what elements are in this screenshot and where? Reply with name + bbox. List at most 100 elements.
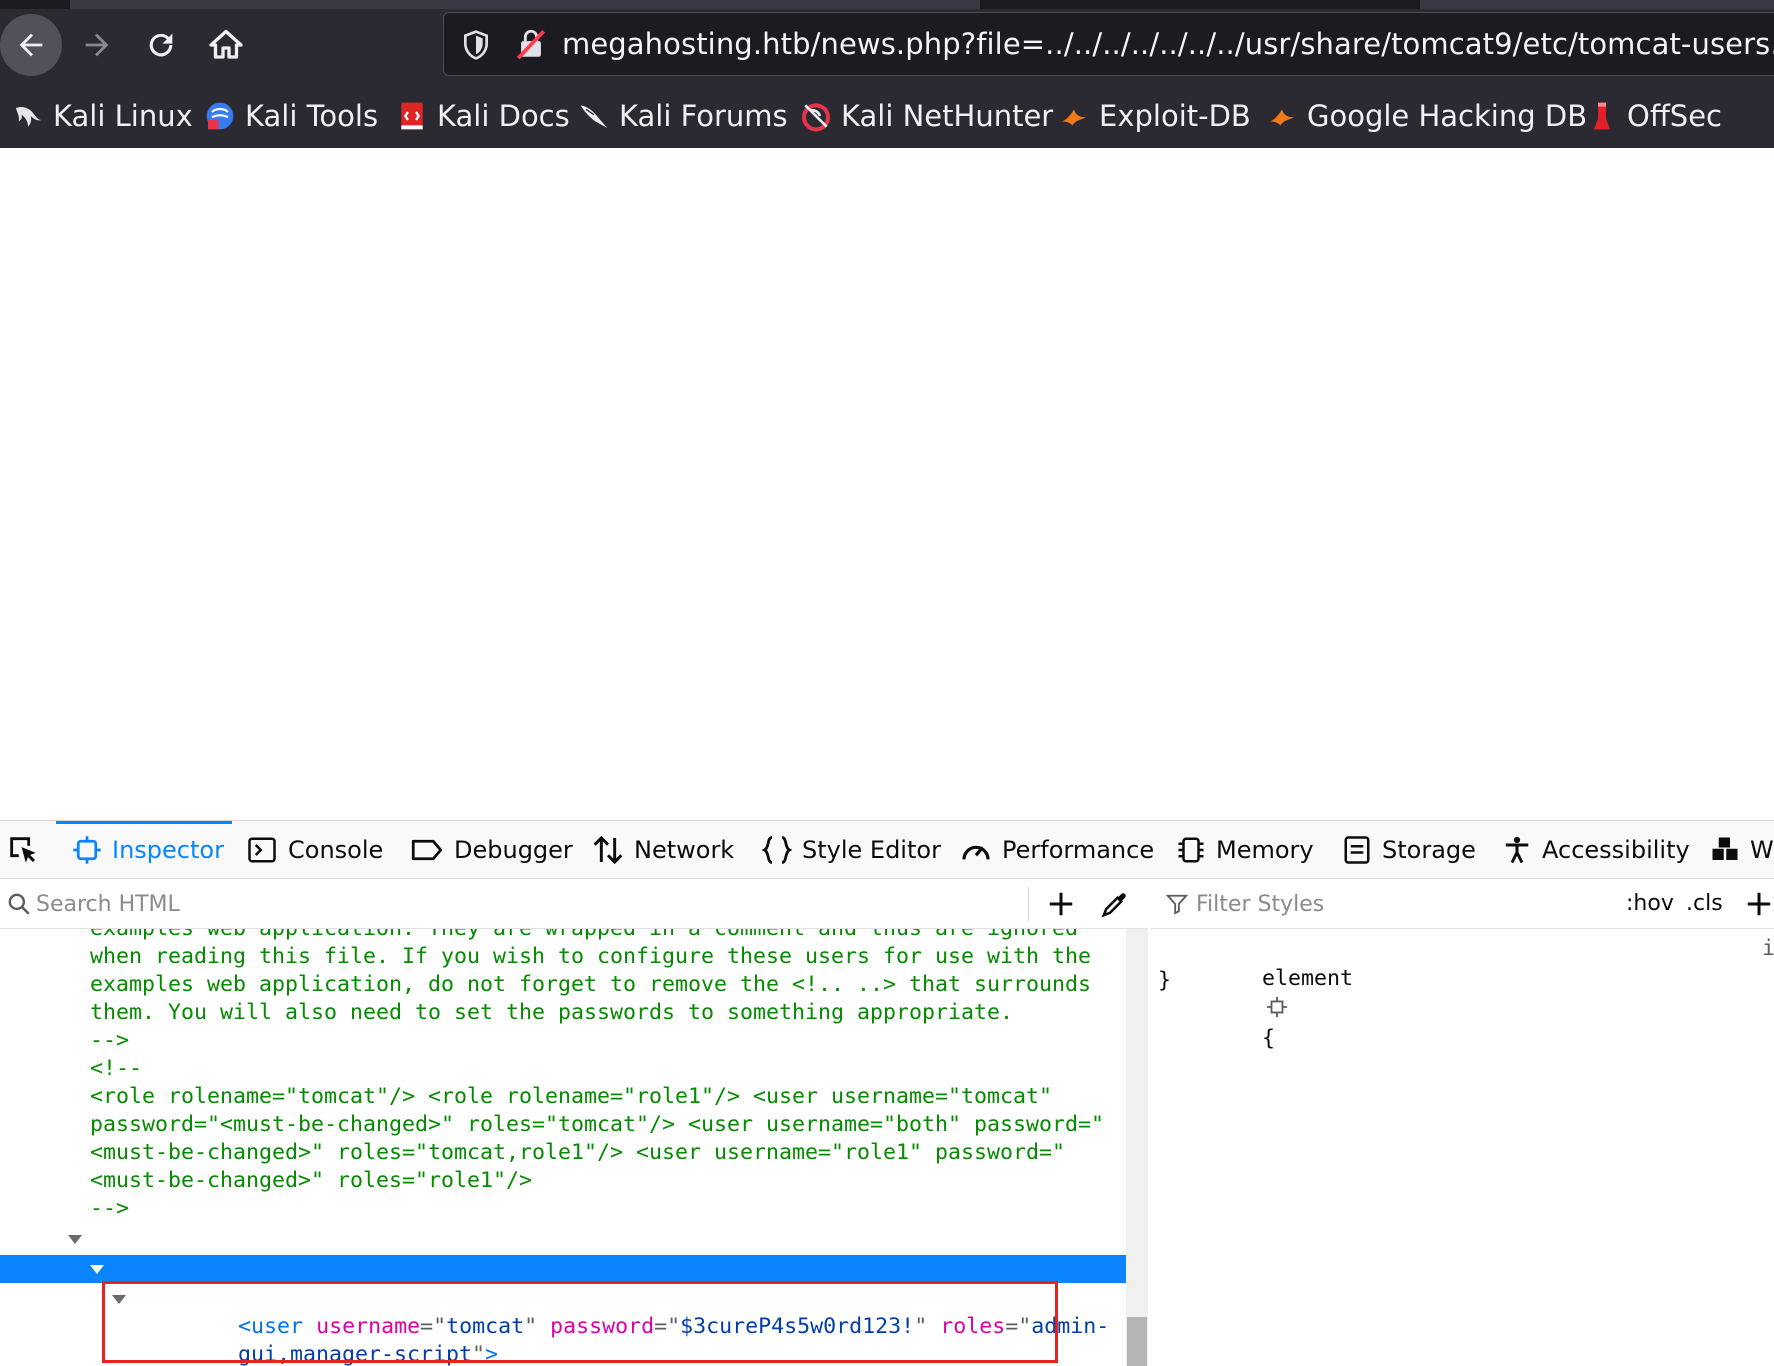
- markup-comment-line[interactable]: -->: [0, 1195, 1126, 1223]
- bookmark-kali-docs[interactable]: Kali Docs: [396, 96, 570, 136]
- tab-label: Accessibility: [1542, 836, 1690, 864]
- storage-icon: [1344, 836, 1370, 864]
- plus-icon[interactable]: [1744, 889, 1774, 919]
- tab-label: Network: [634, 836, 735, 864]
- bookmark-kali-tools[interactable]: Kali Tools: [204, 96, 378, 136]
- ghdb-icon: [1270, 109, 1294, 126]
- tab-network[interactable]: Network: [592, 821, 734, 879]
- tab-strip: [0, 0, 1774, 9]
- bookmark-label: Kali Forums: [619, 99, 788, 133]
- markup-comment-line[interactable]: password="<must-be-changed>" roles="tomc…: [0, 1111, 1126, 1139]
- url-text[interactable]: megahosting.htb/news.php?file=../../../.…: [562, 13, 1774, 75]
- arrow-right-icon: [85, 33, 109, 57]
- inspector-icon: [73, 836, 101, 864]
- insecure-lock-icon[interactable]: [514, 27, 548, 61]
- tracking-shield-icon[interactable]: [460, 29, 492, 61]
- markup-comment-line[interactable]: examples web application. They are wrapp…: [0, 929, 1126, 943]
- tab[interactable]: [70, 0, 980, 9]
- tab-performance[interactable]: Performance: [960, 821, 1154, 879]
- cls-toggle-button[interactable]: .cls: [1686, 891, 1723, 916]
- element-picker-button[interactable]: [6, 821, 50, 879]
- tab-label: W: [1750, 836, 1774, 864]
- memory-icon: [1178, 837, 1204, 863]
- rules-list: element { } i: [1150, 929, 1774, 1366]
- tab-label: Debugger: [454, 836, 573, 864]
- markup-comment-line[interactable]: them. You will also need to set the pass…: [0, 999, 1126, 1027]
- markup-node-role-manager-script[interactable]: <role rolename="manager-script">: [0, 1255, 1126, 1309]
- style-editor-icon: [762, 836, 792, 864]
- search-html-input[interactable]: [36, 887, 1016, 921]
- tab-application[interactable]: W: [1710, 821, 1774, 879]
- bookmark-google-hacking-db[interactable]: Google Hacking DB: [1266, 96, 1587, 136]
- node-target-icon[interactable]: [1266, 996, 1288, 1018]
- tab-inspector[interactable]: Inspector: [72, 821, 224, 879]
- scrollbar-thumb[interactable]: [1127, 1317, 1147, 1366]
- kali-docs-icon: [401, 102, 423, 130]
- rule-open-brace: {: [1262, 1026, 1276, 1051]
- back-button[interactable]: [0, 14, 62, 76]
- markup-comment-line[interactable]: <!--: [0, 1055, 1126, 1083]
- tab[interactable]: [1420, 0, 1774, 9]
- arrow-left-icon: [19, 33, 43, 57]
- element-picker-icon: [10, 837, 36, 863]
- credentials-highlight-box: [102, 1281, 1058, 1363]
- markup-comment-line[interactable]: <must-be-changed>" roles="role1"/>: [0, 1167, 1126, 1195]
- search-icon: [8, 893, 30, 915]
- application-icon: [1712, 837, 1738, 860]
- exploit-db-icon: [1062, 109, 1086, 126]
- tab-memory[interactable]: Memory: [1176, 821, 1314, 879]
- bookmark-kali-linux[interactable]: Kali Linux: [12, 96, 193, 136]
- reload-button[interactable]: [130, 12, 192, 78]
- devtools-panel: Inspector Console Debugger Network Style…: [0, 820, 1774, 1366]
- tab-label: Memory: [1216, 836, 1314, 864]
- markup-node-role-admin-gui[interactable]: <role rolename="admin-gui">: [0, 1225, 1126, 1279]
- debugger-icon: [411, 839, 443, 861]
- markup-comment-line[interactable]: -->: [0, 1027, 1126, 1055]
- markup-comment-line[interactable]: <must-be-changed>" roles="tomcat,role1"/…: [0, 1139, 1126, 1167]
- markup-comment-line[interactable]: examples web application, do not forget …: [0, 971, 1126, 999]
- bookmark-label: Kali Docs: [437, 99, 570, 133]
- filter-styles-input[interactable]: [1196, 887, 1596, 921]
- divider: [1028, 887, 1029, 921]
- tab-storage[interactable]: Storage: [1342, 821, 1476, 879]
- accessibility-icon: [1505, 836, 1529, 864]
- bookmark-kali-forums[interactable]: Kali Forums: [578, 96, 788, 136]
- bookmark-kali-nethunter[interactable]: Kali NetHunter: [800, 96, 1053, 136]
- expand-twisty-icon[interactable]: [68, 1235, 82, 1244]
- devtools-toolbar: Inspector Console Debugger Network Style…: [0, 821, 1774, 879]
- console-icon: [248, 837, 276, 863]
- tab-console[interactable]: Console: [246, 821, 383, 879]
- bookmark-label: Kali Linux: [53, 99, 193, 133]
- tab-accessibility[interactable]: Accessibility: [1502, 821, 1690, 879]
- markup-comment-line[interactable]: <role rolename="tomcat"/> <role rolename…: [0, 1083, 1126, 1111]
- bookmark-exploit-db[interactable]: Exploit-DB: [1058, 96, 1251, 136]
- tab-label: Style Editor: [802, 836, 941, 864]
- markup-comment-line[interactable]: when reading this file. If you wish to c…: [0, 943, 1126, 971]
- rule-element[interactable]: element {: [1158, 934, 1353, 1051]
- rule-selector: element: [1262, 966, 1354, 991]
- tab-label: Inspector: [112, 836, 224, 864]
- filter-icon: [1166, 894, 1188, 915]
- eyedropper-icon[interactable]: [1100, 889, 1130, 919]
- tab-label: Console: [288, 836, 384, 864]
- url-bar[interactable]: megahosting.htb/news.php?file=../../../.…: [443, 12, 1774, 76]
- markup-scrollbar[interactable]: [1126, 929, 1148, 1366]
- kali-dragon-icon: [16, 106, 42, 127]
- expand-twisty-icon[interactable]: [90, 1265, 104, 1274]
- rule-source-info[interactable]: i: [1762, 934, 1774, 964]
- hov-toggle-button[interactable]: :hov: [1626, 891, 1674, 916]
- bookmark-offsec[interactable]: OffSec: [1586, 96, 1722, 136]
- reload-icon: [149, 33, 173, 57]
- home-button[interactable]: [195, 12, 257, 78]
- bookmark-label: Kali Tools: [245, 99, 379, 133]
- tab-style-editor[interactable]: Style Editor: [762, 821, 941, 879]
- bookmarks-toolbar: Kali Linux Kali Tools Kali Docs Kali For…: [0, 96, 1774, 136]
- bookmark-label: Kali NetHunter: [841, 99, 1054, 133]
- tab-debugger[interactable]: Debugger: [410, 821, 573, 879]
- kali-tools-icon: [206, 102, 234, 130]
- search-html-bar: [0, 879, 1148, 929]
- forward-button[interactable]: [66, 12, 128, 78]
- plus-icon[interactable]: [1046, 889, 1076, 919]
- offsec-icon: [1594, 102, 1610, 130]
- performance-icon: [962, 845, 990, 860]
